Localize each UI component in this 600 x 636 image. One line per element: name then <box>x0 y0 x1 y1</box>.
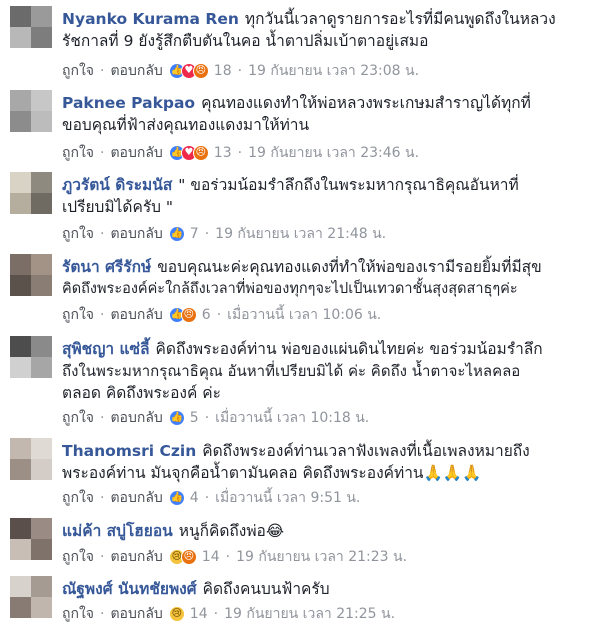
comment-text: " ขอร่วมน้อมรำลึกถึงในพระมหากรุณาธิคุณอั… <box>178 176 519 194</box>
like-link[interactable]: ถูกใจ <box>62 604 94 624</box>
like-link[interactable]: ถูกใจ <box>62 305 94 325</box>
comment-author[interactable]: ณัฐพงศ์ นันทชัยพงศ์ <box>62 580 197 598</box>
reaction-count: 18 <box>213 63 232 79</box>
comment-text-line: รัชกาลที่ 9 ยังรู้สึกตืบตันในคอ น้ำตาปลิ… <box>62 32 429 50</box>
reply-link[interactable]: ตอบกลับ <box>110 604 162 624</box>
reply-link[interactable]: ตอบกลับ <box>110 488 162 508</box>
reactions[interactable]: 👍 ♥ 😠 <box>168 63 209 79</box>
comment-text: ทุกวันนี้เวลาดูรายการอะไรที่มีคนพูดถึงใน… <box>244 10 556 28</box>
comment-meta: ถูกใจ · ตอบกลับ 👍 ♥ 😠 18 · 19 กันยายน เว… <box>62 61 420 81</box>
like-link[interactable]: ถูกใจ <box>62 547 94 567</box>
comment-text-line: รัตนา ศรีรักษ์ ขอบคุณนะค่ะคุณทองแดงที่ทำใ… <box>62 256 592 278</box>
comment-text-line: เปรียบมิได้ครับ " <box>62 198 174 216</box>
comment-text: หนูก็คิดถึงพ่อ <box>178 522 266 540</box>
reply-link[interactable]: ตอบกลับ <box>110 224 162 244</box>
angry-reaction-icon: 😠 <box>180 307 197 323</box>
avatar[interactable] <box>10 254 52 296</box>
comment-timestamp[interactable]: 19 กันยายน เวลา 21:48 น. <box>215 224 386 244</box>
sad-reaction-icon: 😢 <box>168 606 185 622</box>
comment-text-line: Paknee Pakpao คุณทองแดงทำให้พ่อหลวงพระเกษ… <box>62 92 592 114</box>
reaction-count: 13 <box>213 145 232 161</box>
angry-reaction-icon: 😠 <box>192 145 209 161</box>
angry-reaction-icon: 😠 <box>180 549 197 565</box>
avatar[interactable] <box>10 6 52 48</box>
comment-text-line: สุพิชญา แซ่ลี้ คิดถึงพระองค์ท่าน พ่อของแผ… <box>62 338 592 360</box>
like-link[interactable]: ถูกใจ <box>62 224 94 244</box>
comment-meta: ถูกใจ · ตอบกลับ 😢 14 · 19 กันยายน เวลา 2… <box>62 604 396 624</box>
avatar[interactable] <box>10 336 52 378</box>
reactions[interactable]: 👍 <box>168 490 185 506</box>
avatar[interactable] <box>10 172 52 214</box>
like-link[interactable]: ถูกใจ <box>62 488 94 508</box>
reactions[interactable]: 👍 😠 <box>168 307 197 323</box>
reactions[interactable]: 😢 <box>168 606 185 622</box>
comment-author[interactable]: Paknee Pakpao <box>62 94 195 112</box>
reactions[interactable]: 👍 ♥ 😠 <box>168 145 209 161</box>
comment-text-line: ถึงในพระมหากรุณาธิคุณ อันหาที่เปรียบมิได… <box>62 362 521 380</box>
angry-reaction-icon: 😠 <box>192 63 209 79</box>
comment-text: คุณทองแดงทำให้พ่อหลวงพระเกษมสำราญได้ทุกท… <box>201 94 531 112</box>
comment-meta: ถูกใจ · ตอบกลับ 👍 ♥ 😠 13 · 19 กันยายน เว… <box>62 143 420 163</box>
comment-author[interactable]: รัตนา ศรีรักษ์ <box>62 258 151 276</box>
comment-meta: ถูกใจ · ตอบกลับ 👍 7 · 19 กันยายน เวลา 21… <box>62 224 387 244</box>
comment-text-line: ขอบคุณที่ฟ้าส่งคุณทองแดงมาให้ท่าน <box>62 116 310 134</box>
reactions[interactable]: 👍 <box>168 226 185 242</box>
reaction-count: 7 <box>189 226 199 242</box>
reactions[interactable]: 👍 <box>168 410 185 426</box>
reaction-count: 4 <box>189 490 199 506</box>
avatar[interactable] <box>10 438 52 480</box>
comment-text-line: พระองค์ท่าน มันจุกคือน้ำตามันคลอ คิดถึงพ… <box>62 464 482 482</box>
comment-timestamp[interactable]: 19 กันยายน เวลา 23:08 น. <box>248 61 419 81</box>
avatar[interactable] <box>10 90 52 132</box>
comment-author[interactable]: Thanomsri Czin <box>62 442 196 460</box>
comment-timestamp[interactable]: 19 กันยายน เวลา 21:25 น. <box>224 604 395 624</box>
like-link[interactable]: ถูกใจ <box>62 408 94 428</box>
reaction-count: 14 <box>189 606 208 622</box>
reply-link[interactable]: ตอบกลับ <box>110 547 162 567</box>
like-reaction-icon: 👍 <box>168 410 185 426</box>
comment-meta: ถูกใจ · ตอบกลับ 😢 😠 14 · 19 กันยายน เวลา… <box>62 547 408 567</box>
comment-text-line: Nyanko Kurama Ren ทุกวันนี้เวลาดูรายการอะ… <box>62 8 592 30</box>
like-reaction-icon: 👍 <box>168 490 185 506</box>
comment-text: คิดถึงพระองค์ท่านเวลาฟังเพลงที่เนื้อเพลง… <box>202 442 530 460</box>
comment-timestamp[interactable]: เมื่อวานนี้ เวลา 10:06 น. <box>227 305 381 325</box>
like-link[interactable]: ถูกใจ <box>62 61 94 81</box>
comment-author[interactable]: ภูวรัตน์ ดิระมนัส <box>62 176 172 194</box>
comment-text-line: คิดถึงพระองค์ค่ะใกล้ถึงเวลาที่พ่อของทุกๆ… <box>62 281 518 297</box>
avatar[interactable] <box>10 576 52 618</box>
reaction-count: 14 <box>201 549 220 565</box>
comment-meta: ถูกใจ · ตอบกลับ 👍 😠 6 · เมื่อวานนี้ เวลา… <box>62 305 382 325</box>
like-reaction-icon: 👍 <box>168 226 185 242</box>
reaction-count: 6 <box>201 307 211 323</box>
like-link[interactable]: ถูกใจ <box>62 143 94 163</box>
comment-text: คิดถึงคนบนฟ้าครับ <box>202 580 330 598</box>
comment-author[interactable]: Nyanko Kurama Ren <box>62 10 239 28</box>
comment-timestamp[interactable]: 19 กันยายน เวลา 23:46 น. <box>248 143 419 163</box>
comment-meta: ถูกใจ · ตอบกลับ 👍 5 · เมื่อวานนี้ เวลา 1… <box>62 408 370 428</box>
comment-text-line: ณัฐพงศ์ นันทชัยพงศ์ คิดถึงคนบนฟ้าครับ <box>62 578 592 600</box>
comment-meta: ถูกใจ · ตอบกลับ 👍 4 · เมื่อวานนี้ เวลา 9… <box>62 488 361 508</box>
comment-text-line: ตลอด คิดถึงพระองค์ ค่ะ <box>62 384 221 402</box>
laughing-emoji-icon: 😂 <box>265 522 284 540</box>
pray-emoji-icon: 🙏🙏🙏 <box>423 464 482 482</box>
reply-link[interactable]: ตอบกลับ <box>110 143 162 163</box>
comment-timestamp[interactable]: เมื่อวานนี้ เวลา 10:18 น. <box>215 408 369 428</box>
reaction-count: 5 <box>189 410 199 426</box>
comment-author[interactable]: สุพิชญา แซ่ลี้ <box>62 340 150 358</box>
reactions[interactable]: 😢 😠 <box>168 549 197 565</box>
comment-timestamp[interactable]: เมื่อวานนี้ เวลา 9:51 น. <box>215 488 360 508</box>
reply-link[interactable]: ตอบกลับ <box>110 61 162 81</box>
comment-text-line: ภูวรัตน์ ดิระมนัส " ขอร่วมน้อมรำลึกถึงในพ… <box>62 174 592 196</box>
reply-link[interactable]: ตอบกลับ <box>110 408 162 428</box>
comment-text: ขอบคุณนะค่ะคุณทองแดงที่ทำให้พ่อของเรามีร… <box>157 258 542 276</box>
avatar[interactable] <box>10 518 52 560</box>
reply-link[interactable]: ตอบกลับ <box>110 305 162 325</box>
comment-text-line: แม่ค้า สบู่โฮยอน หนูก็คิดถึงพ่อ😂 <box>62 520 592 542</box>
comment-text-line: Thanomsri Czin คิดถึงพระองค์ท่านเวลาฟังเพ… <box>62 440 592 462</box>
comment-author[interactable]: แม่ค้า สบู่โฮยอน <box>62 522 173 540</box>
comment-timestamp[interactable]: 19 กันยายน เวลา 21:23 น. <box>236 547 407 567</box>
comment-text: คิดถึงพระองค์ท่าน พ่อของแผ่นดินไทยค่ะ ขอ… <box>155 340 543 358</box>
